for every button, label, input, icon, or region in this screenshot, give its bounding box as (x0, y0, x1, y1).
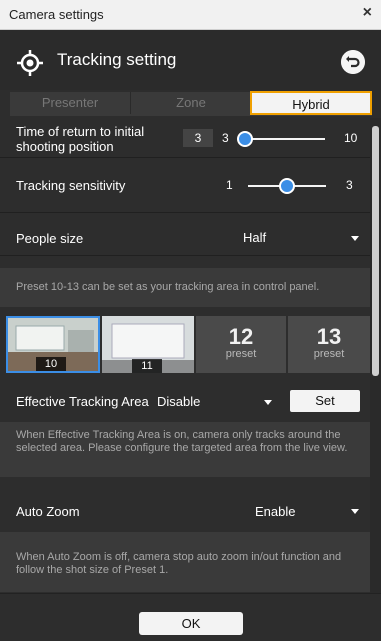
close-icon[interactable]: × (363, 4, 372, 22)
preset-slot-13[interactable]: 13 preset (288, 316, 370, 373)
preset-number-10: 10 (36, 357, 66, 371)
tab-hybrid[interactable]: Hybrid (250, 91, 372, 115)
scrollbar-thumb[interactable] (372, 126, 379, 376)
preset-slot-12[interactable]: 12 preset (196, 316, 286, 373)
auto-zoom-row[interactable]: Auto Zoom Enable (0, 486, 370, 521)
target-icon (17, 50, 43, 76)
effective-area-note: When Effective Tracking Area is on, came… (0, 422, 370, 477)
page-header: Tracking setting (0, 30, 381, 90)
window-title: Camera settings (9, 7, 104, 22)
return-time-value: 3 (183, 129, 213, 147)
effective-area-select[interactable]: Disable (157, 394, 200, 409)
people-size-select[interactable]: Half (243, 230, 266, 245)
tab-zone[interactable]: Zone (130, 92, 251, 114)
preset-thumbnail-11[interactable]: 11 (102, 316, 194, 373)
tab-presenter[interactable]: Presenter (10, 92, 130, 114)
preset-number-11: 11 (132, 359, 162, 373)
auto-zoom-note: When Auto Zoom is off, camera stop auto … (0, 532, 370, 592)
sensitivity-label: Tracking sensitivity (16, 178, 126, 193)
undo-icon[interactable] (341, 50, 365, 74)
return-time-slider-track[interactable] (245, 138, 325, 140)
preset-number-12: 12 (228, 324, 254, 349)
return-time-row: Time of return to initial shooting posit… (0, 118, 370, 158)
preset-thumbnail-10[interactable]: 10 (6, 316, 100, 373)
return-time-label: Time of return to initial shooting posit… (16, 124, 145, 154)
preset-strip: 10 11 12 preset 13 preset (6, 316, 370, 373)
sensitivity-min: 1 (226, 178, 233, 192)
effective-area-row: Effective Tracking Area Disable Set (0, 382, 370, 422)
return-time-min: 3 (222, 131, 229, 145)
people-size-label: People size (16, 231, 84, 246)
footer: OK (0, 593, 381, 641)
chevron-down-icon[interactable] (351, 509, 359, 514)
set-button[interactable]: Set (290, 390, 360, 412)
chevron-down-icon[interactable] (351, 236, 359, 241)
preset-number-13: 13 (316, 324, 342, 349)
page-title: Tracking setting (57, 50, 177, 69)
people-size-row[interactable]: People size Half (0, 213, 370, 256)
return-time-slider-thumb[interactable] (237, 131, 253, 147)
effective-area-label: Effective Tracking Area (16, 394, 149, 409)
sensitivity-slider-thumb[interactable] (279, 178, 295, 194)
mode-tabs: Presenter Zone Hybrid (10, 91, 372, 116)
settings-panel: Time of return to initial shooting posit… (0, 118, 370, 593)
preset-caption-13: preset (313, 348, 345, 360)
scrollbar[interactable] (370, 118, 381, 593)
sensitivity-row: Tracking sensitivity 1 3 (0, 158, 370, 213)
sensitivity-max: 3 (346, 178, 353, 192)
auto-zoom-select[interactable]: Enable (255, 504, 295, 519)
title-bar: Camera settings × (0, 0, 381, 30)
return-time-max: 10 (344, 131, 358, 145)
chevron-down-icon[interactable] (264, 400, 272, 405)
ok-button[interactable]: OK (139, 612, 243, 635)
preset-note: Preset 10-13 can be set as your tracking… (0, 268, 370, 307)
preset-caption-12: preset (225, 348, 257, 360)
camera-settings-window: Camera settings × Tracking setting Prese… (0, 0, 381, 641)
auto-zoom-label: Auto Zoom (16, 504, 80, 519)
